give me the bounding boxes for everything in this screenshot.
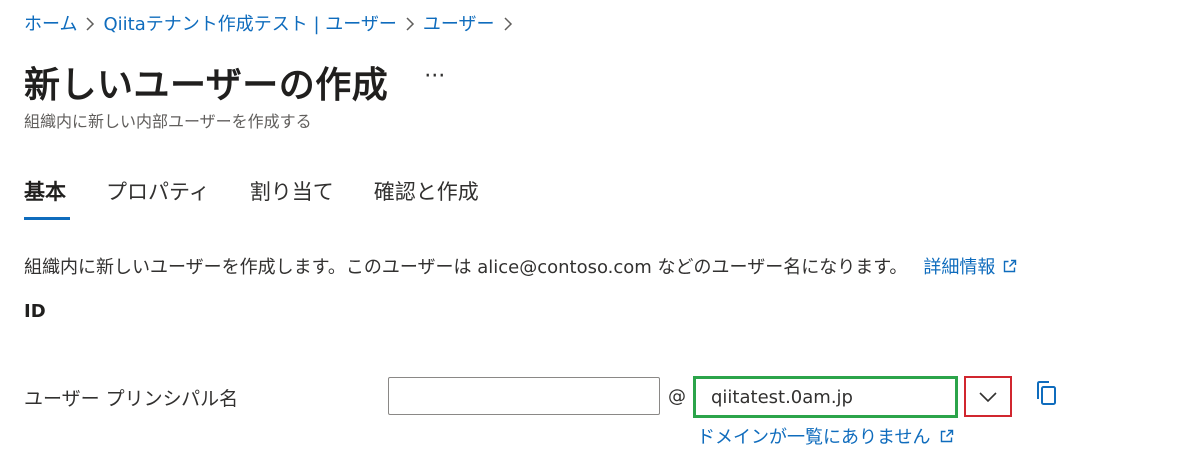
breadcrumb: ホーム Qiitaテナント作成テスト | ユーザー ユーザー: [24, 10, 521, 36]
chevron-down-icon: [978, 391, 998, 403]
domain-not-listed-label: ドメインが一覧にありません: [697, 427, 931, 448]
tab-properties[interactable]: プロパティ: [106, 176, 210, 220]
learn-more-label: 詳細情報: [923, 257, 996, 278]
breadcrumb-tenant-users-link[interactable]: Qiitaテナント作成テスト | ユーザー: [103, 10, 396, 36]
domain-dropdown-button[interactable]: [964, 376, 1012, 417]
chevron-right-icon: [397, 13, 423, 34]
external-link-icon: [1003, 259, 1017, 273]
breadcrumb-users-link[interactable]: ユーザー: [423, 10, 495, 36]
page-subtitle: 組織内に新しい内部ユーザーを作成する: [24, 112, 312, 131]
external-link-icon: [940, 429, 954, 443]
tab-review-create[interactable]: 確認と作成: [374, 176, 479, 220]
upn-username-input[interactable]: [388, 377, 660, 415]
breadcrumb-home-link[interactable]: ホーム: [24, 10, 77, 36]
copy-button[interactable]: [1032, 378, 1060, 408]
tab-assignments[interactable]: 割り当て: [250, 176, 334, 220]
domain-not-listed-link[interactable]: ドメインが一覧にありません: [697, 423, 954, 449]
chevron-right-icon: [77, 13, 103, 34]
page-title: 新しいユーザーの作成: [24, 65, 389, 106]
identity-section-heading: ID: [24, 301, 46, 322]
learn-more-link[interactable]: 詳細情報: [923, 253, 1017, 279]
copy-icon: [1034, 379, 1058, 407]
domain-selected-value: qiitatest.0am.jp: [711, 386, 853, 408]
more-options-button[interactable]: ···: [424, 66, 445, 98]
description-row: 組織内に新しいユーザーを作成します。このユーザーは alice@contoso.…: [24, 253, 1017, 279]
domain-select[interactable]: qiitatest.0am.jp: [693, 376, 958, 418]
chevron-right-icon: [495, 13, 521, 34]
tab-bar: 基本 プロパティ 割り当て 確認と作成: [24, 176, 519, 220]
title-row: 新しいユーザーの作成 ···: [24, 56, 445, 108]
description-text: 組織内に新しいユーザーを作成します。このユーザーは alice@contoso.…: [24, 257, 908, 278]
tab-basics[interactable]: 基本: [24, 176, 70, 220]
at-sign: @: [668, 386, 686, 407]
upn-label: ユーザー プリンシパル名: [24, 388, 239, 410]
